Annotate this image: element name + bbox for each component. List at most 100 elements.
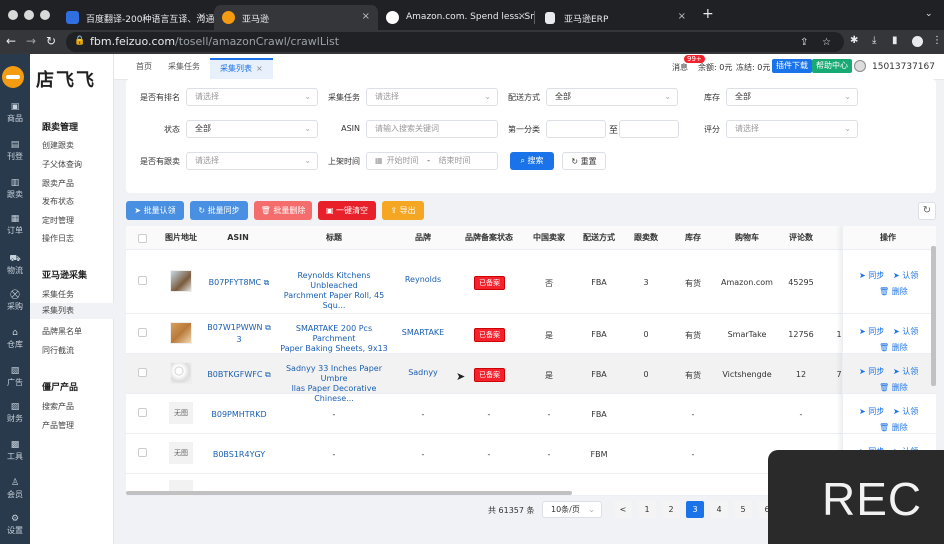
window-close-button[interactable] (8, 10, 18, 20)
delete-action[interactable]: 🗑 删除 (879, 382, 908, 393)
stock-select[interactable]: 全部 ⌄ (726, 88, 858, 106)
close-icon[interactable]: × (256, 64, 263, 73)
refresh-table-button[interactable]: ↻ (918, 202, 936, 220)
nav-item-product-manage[interactable]: 产品管理 (42, 420, 74, 431)
rail-item-purchase[interactable]: ⛒ 采购 (0, 290, 30, 312)
copy-icon[interactable]: ⧉ (265, 370, 271, 379)
help-center-button[interactable]: 帮助中心 (812, 59, 852, 73)
url-field[interactable]: 🔒 fbm.feizuo.com/tosell/amazonCrawl/craw… (66, 32, 844, 52)
delete-action[interactable]: 🗑 删除 (879, 422, 908, 433)
export-button[interactable]: ⇪ 导出 (382, 201, 424, 220)
copy-icon[interactable]: ⧉ (264, 278, 270, 287)
rail-item-logistics[interactable]: ⛟ 物流 (0, 254, 30, 276)
select-all-checkbox[interactable] (138, 234, 147, 243)
title-link[interactable]: Reynolds Kitchens Unbleached Parchment Pa… (276, 271, 392, 311)
copy-icon[interactable]: ⧉ (265, 323, 271, 332)
nav-item-op-log[interactable]: 操作日志 (42, 233, 74, 244)
vertical-scrollbar[interactable] (931, 246, 936, 386)
page-size-select[interactable]: 10条/页 ⌄ (542, 501, 602, 518)
sync-action[interactable]: ➤ 同步 (859, 326, 884, 337)
asin-link[interactable]: B0BS1R4YGY (206, 450, 272, 459)
row-checkbox[interactable] (138, 368, 147, 377)
brand-link[interactable]: Sadnyy (396, 368, 450, 377)
batch-claim-button[interactable]: ➤ 批量认领 (126, 201, 184, 220)
sync-action[interactable]: ➤ 同步 (859, 270, 884, 281)
row-checkbox[interactable] (138, 276, 147, 285)
plugin-download-button[interactable]: 插件下载 (772, 59, 812, 73)
avatar[interactable] (854, 60, 866, 72)
browser-tab-feizuo[interactable]: 亚马逊 × (214, 5, 378, 30)
asin-link[interactable]: B09PMHTRKD (206, 410, 272, 419)
rail-item-tools[interactable]: ▩ 工具 (0, 440, 30, 462)
asin-link[interactable]: B0BTKGFWFC ⧉ (206, 370, 272, 380)
messages-link[interactable]: 消息 (672, 62, 688, 73)
rail-item-finance[interactable]: ▨ 财务 (0, 402, 30, 424)
rail-item-member[interactable]: ♙ 会员 (0, 478, 30, 500)
nav-item-crawl-tasks[interactable]: 采集任务 (42, 289, 74, 300)
score-select[interactable]: 请选择 ⌄ (726, 120, 858, 138)
tab-close-icon[interactable]: × (518, 11, 526, 22)
tab-close-icon[interactable]: × (362, 11, 370, 22)
nav-item-crawl-list[interactable]: 采集列表 (30, 303, 114, 319)
batch-sync-button[interactable]: ↻ 批量同步 (190, 201, 248, 220)
extensions-icon[interactable]: ✱ (850, 35, 858, 46)
page-4[interactable]: 4 (710, 501, 728, 518)
row-checkbox[interactable] (138, 408, 147, 417)
search-button[interactable]: ⌕ 搜索 (510, 152, 554, 170)
product-image[interactable] (170, 322, 192, 344)
download-icon[interactable]: ⤓ (872, 35, 876, 46)
tab-home[interactable]: 首页 (126, 58, 162, 80)
claim-action[interactable]: ➤ 认领 (893, 326, 918, 337)
nav-item-publish-status[interactable]: 发布状态 (42, 196, 74, 207)
tab-close-icon[interactable]: × (198, 11, 206, 22)
window-maximize-button[interactable] (40, 10, 50, 20)
prev-page-button[interactable]: < (614, 501, 632, 518)
rail-item-warehouse[interactable]: ⌂ 仓库 (0, 328, 30, 350)
delete-action[interactable]: 🗑 删除 (879, 286, 908, 297)
reload-icon[interactable]: ↻ (46, 34, 56, 48)
claim-action[interactable]: ➤ 认领 (893, 270, 918, 281)
sync-action[interactable]: ➤ 同步 (859, 406, 884, 417)
page-5[interactable]: 5 (734, 501, 752, 518)
rail-item-ads[interactable]: ▧ 广告 (0, 366, 30, 388)
rail-item-settings[interactable]: ⚙ 设置 (0, 514, 30, 536)
rail-item-goods[interactable]: ▣ 商品 (0, 102, 30, 124)
page-3[interactable]: 3 (686, 501, 704, 518)
window-minimize-button[interactable] (24, 10, 34, 20)
delete-action[interactable]: 🗑 删除 (879, 342, 908, 353)
clear-all-button[interactable]: ▣ 一键清空 (318, 201, 376, 220)
back-icon[interactable]: ← (6, 34, 16, 48)
nav-item-brand-blacklist[interactable]: 品牌黑名单 (42, 326, 82, 337)
profile-icon[interactable] (912, 36, 923, 47)
page-2[interactable]: 2 (662, 501, 680, 518)
new-tab-icon[interactable]: + (702, 6, 714, 22)
forward-icon[interactable]: → (26, 34, 36, 48)
nav-item-follow-products[interactable]: 跟卖产品 (42, 178, 74, 189)
rail-item-listing[interactable]: ▤ 刊登 (0, 140, 30, 162)
product-image[interactable] (170, 362, 192, 384)
share-icon[interactable]: ⇪ (800, 37, 808, 48)
asin-link[interactable]: B07PFYT8MC ⧉ (208, 278, 270, 288)
bookmark-star-icon[interactable]: ☆ (822, 37, 831, 48)
product-image[interactable] (170, 270, 192, 292)
batch-delete-button[interactable]: 🗑 批量删除 (254, 201, 312, 220)
row-checkbox[interactable] (138, 448, 147, 457)
menu-icon[interactable]: ⋮ (932, 35, 942, 46)
browser-tab-amazon[interactable]: Amazon.com. Spend less. Smi × (378, 5, 534, 30)
nav-item-search-products[interactable]: 搜索产品 (42, 401, 74, 412)
nav-item-schedule[interactable]: 定时管理 (42, 215, 74, 226)
page-1[interactable]: 1 (638, 501, 656, 518)
horizontal-scrollbar[interactable] (126, 491, 572, 495)
date-range-picker[interactable]: ▦ 开始时间 - 结束时间 (366, 152, 498, 170)
tab-close-icon[interactable]: × (678, 11, 686, 22)
user-phone[interactable]: 15013737167 (872, 62, 935, 72)
reset-button[interactable]: ↻ 重置 (562, 152, 606, 170)
category-from-input[interactable] (546, 120, 606, 138)
row-checkbox[interactable] (138, 328, 147, 337)
asin-link[interactable]: B07W1PWWN ⧉ 3 (206, 322, 272, 346)
browser-tab-baidu[interactable]: 百度翻译-200种语言互译、沟通 × (58, 5, 214, 30)
browser-tab-erp[interactable]: 亚马逊ERP × (536, 5, 694, 30)
nav-item-create-follow[interactable]: 创建跟卖 (42, 140, 74, 151)
brand-link[interactable]: Reynolds (396, 275, 450, 284)
tab-crawl-list[interactable]: 采集列表 × (210, 58, 273, 80)
